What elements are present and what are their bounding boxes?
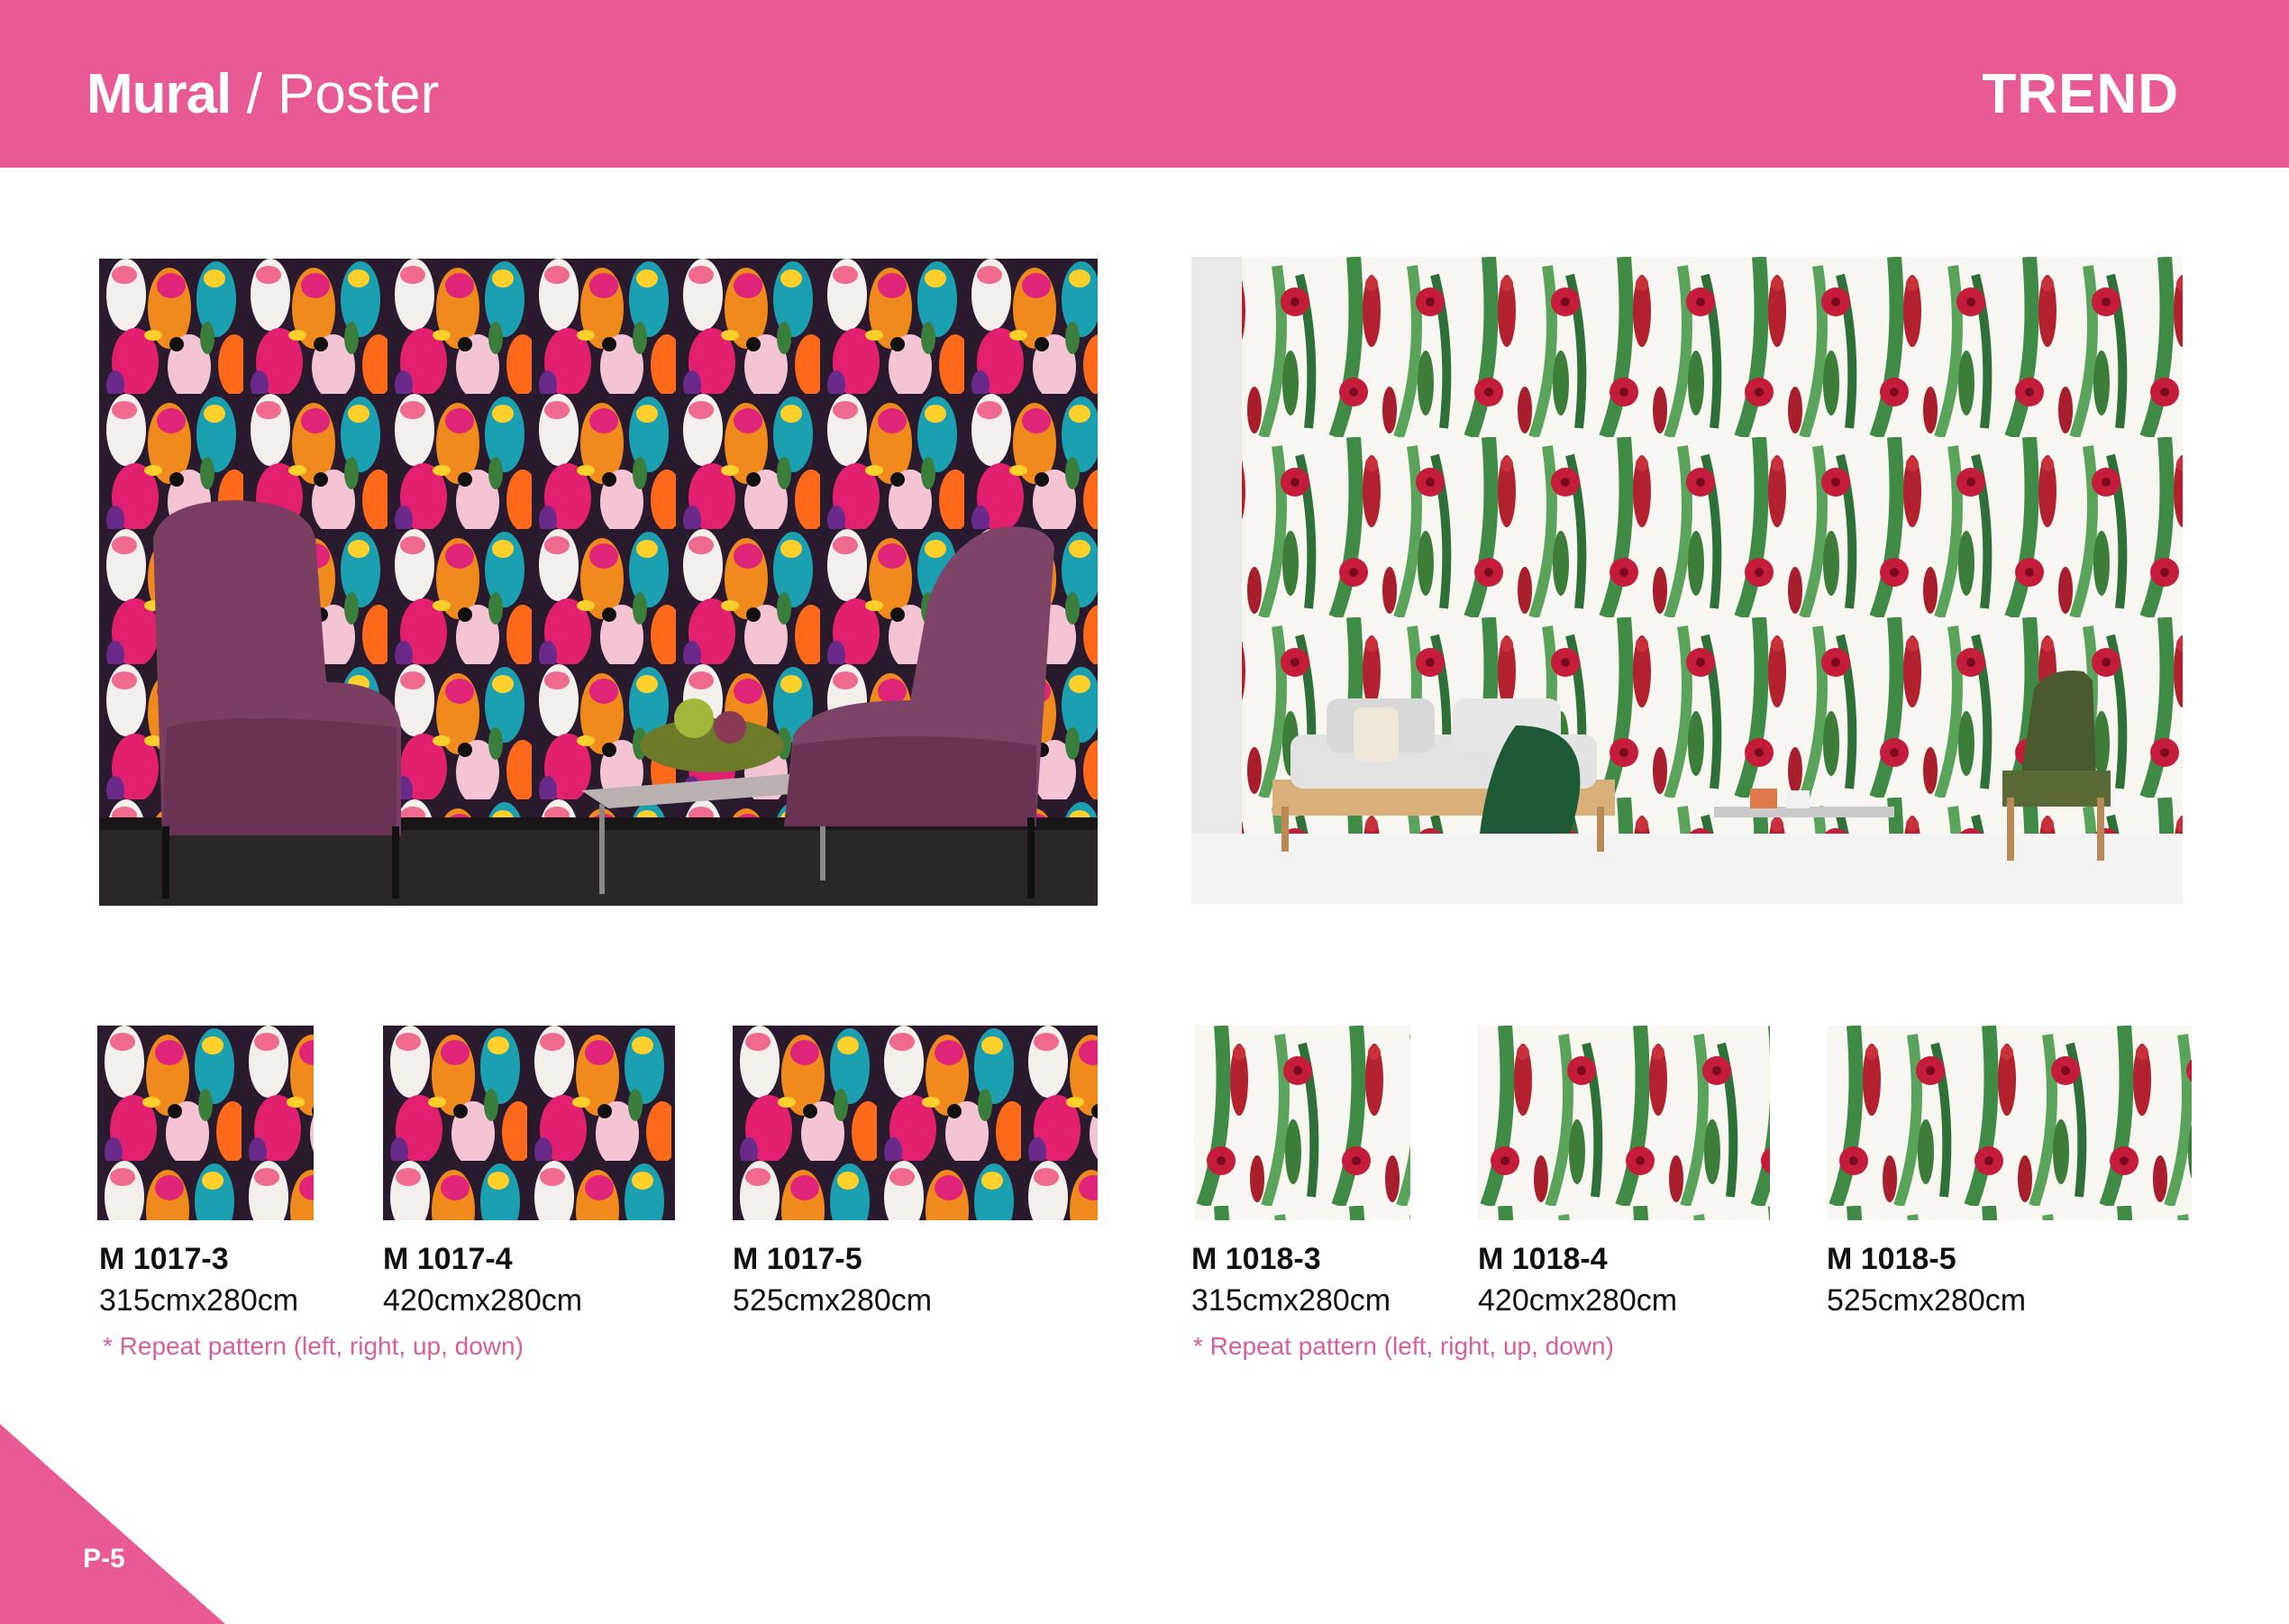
- swatch-m1018-5: [1827, 1026, 2192, 1220]
- product-code: M 1017-4: [383, 1242, 513, 1276]
- product-size: 525cmx280cm: [1827, 1283, 2027, 1318]
- product-size: 420cmx280cm: [383, 1283, 583, 1318]
- header-bar: Mural / Poster TREND: [0, 0, 2289, 168]
- swatch-m1017-4: [383, 1026, 675, 1220]
- trend-label: TREND: [1982, 63, 2179, 125]
- product-code: M 1018-4: [1478, 1242, 1608, 1276]
- product-code: M 1017-3: [99, 1242, 229, 1276]
- title-poster: / Poster: [231, 63, 440, 125]
- title-mural: Mural: [87, 63, 232, 125]
- product-code: M 1018-5: [1827, 1242, 1956, 1276]
- product-size: 315cmx280cm: [1191, 1283, 1391, 1318]
- repeat-pattern-note-left: * Repeat pattern (left, right, up, down): [103, 1332, 524, 1360]
- room-image-parrots: [99, 259, 1098, 906]
- product-code: M 1018-3: [1191, 1242, 1321, 1276]
- product-size: 525cmx280cm: [733, 1283, 933, 1318]
- product-size: 315cmx280cm: [99, 1283, 299, 1318]
- repeat-pattern-note-right: * Repeat pattern (left, right, up, down): [1193, 1332, 1614, 1360]
- product-code: M 1017-5: [733, 1242, 862, 1276]
- swatch-m1018-4: [1478, 1026, 1770, 1220]
- swatch-m1018-3: [1194, 1026, 1410, 1220]
- page-title: Mural / Poster: [87, 56, 439, 133]
- room-image-tropical: [1191, 257, 2183, 904]
- page-number: P-5: [83, 1544, 125, 1574]
- corner-triangle: [0, 1424, 225, 1624]
- product-size: 420cmx280cm: [1478, 1283, 1678, 1318]
- swatch-m1017-5: [733, 1026, 1098, 1220]
- swatch-m1017-3: [97, 1026, 314, 1220]
